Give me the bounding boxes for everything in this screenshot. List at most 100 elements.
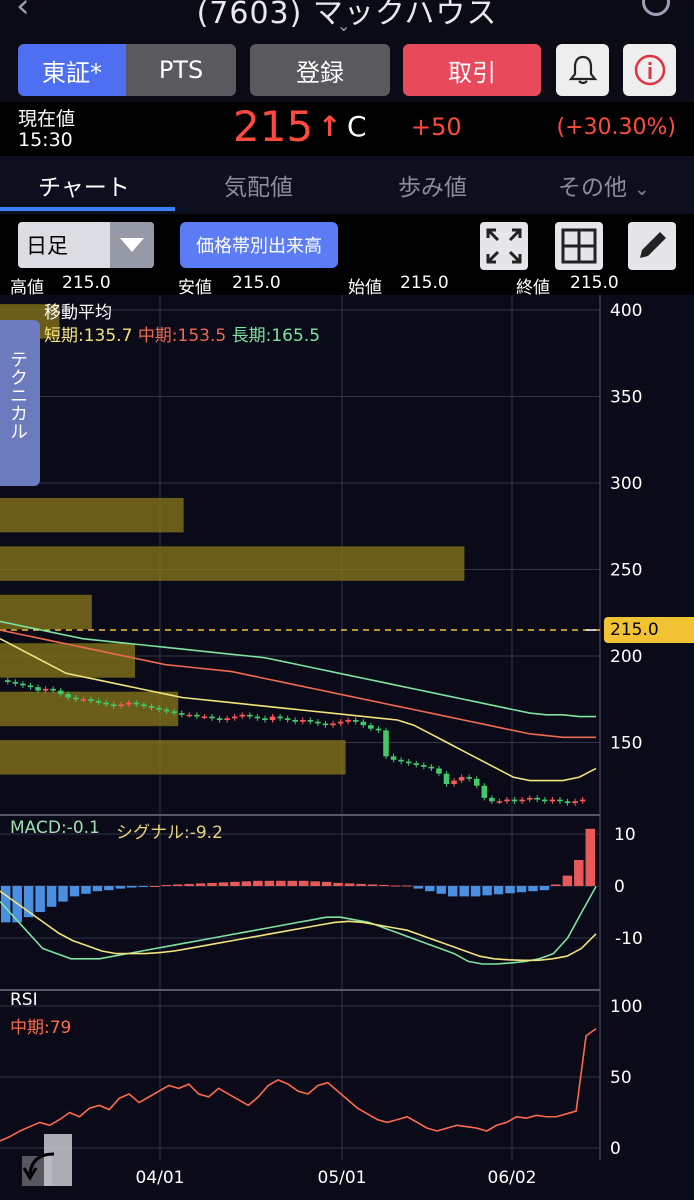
candle-body [436, 768, 442, 774]
candle-body [549, 799, 556, 802]
y-tick-label: 150 [610, 734, 642, 754]
arrow-up-icon: ↑ [318, 110, 342, 143]
title-bar: ‹ (7603) マックハウス ⌄ [0, 0, 694, 40]
ma-short: 短期:135.7 [44, 326, 133, 346]
technical-side-tab[interactable]: テクニカル [0, 320, 40, 486]
alert-button[interactable] [556, 44, 609, 96]
chevron-down-icon[interactable]: ⌄ [337, 16, 350, 35]
tab-chart[interactable]: チャート [38, 168, 130, 202]
macd-histogram-bar [367, 884, 378, 886]
pencil-icon [640, 232, 666, 258]
candle-body [12, 681, 19, 684]
market-tosho-button[interactable]: 東証* [18, 44, 126, 96]
period-select[interactable]: 日足 [18, 222, 154, 268]
macd-histogram-bar [528, 886, 538, 892]
market-pts-button[interactable]: PTS [126, 44, 236, 96]
volume-profile-button[interactable]: 価格帯別出来高 [180, 222, 338, 268]
candle-body [20, 683, 26, 686]
candle-body [50, 688, 56, 691]
candle-body [307, 720, 314, 722]
candle-body [247, 714, 253, 717]
macd-histogram-bar [253, 880, 263, 886]
volume-profile-bar [0, 497, 184, 533]
macd-histogram-bar [115, 886, 126, 889]
macd-histogram-bar [218, 882, 229, 886]
candle-body [519, 799, 525, 802]
y-tick-label: 200 [610, 647, 642, 667]
candle-body [156, 707, 162, 710]
current-price: 215 [233, 102, 314, 151]
candle-body [564, 801, 571, 804]
macd-histogram-bar [505, 886, 515, 894]
fullscreen-button[interactable] [480, 222, 528, 270]
info-button[interactable] [623, 44, 676, 96]
volume-profile-bar [0, 546, 465, 581]
trade-button[interactable]: 取引 [403, 44, 541, 96]
candle-body [337, 721, 344, 724]
draw-button[interactable] [628, 222, 676, 270]
candle-body [95, 700, 102, 703]
candle-body [27, 685, 34, 688]
macd-histogram-bar [264, 880, 275, 886]
candle-body [300, 720, 306, 722]
candle-body [458, 777, 465, 781]
candle-body [186, 714, 193, 717]
candle-body [557, 799, 563, 802]
macd-histogram-bar [333, 882, 343, 886]
macd-histogram-bar [493, 886, 504, 895]
candle-body [277, 716, 283, 719]
tab-bar: チャート 気配値 歩み値 その他 ⌄ [0, 156, 694, 214]
close-value: 215.0 [570, 273, 619, 293]
macd-histogram-bar [344, 883, 355, 886]
macd-histogram-bar [390, 885, 401, 887]
x-tick-label: 04/01 [136, 1168, 185, 1188]
tab-trades[interactable]: 歩み値 [398, 168, 467, 202]
macd-histogram-bar [310, 881, 320, 886]
rsi-y-tick-label: 0 [610, 1139, 621, 1159]
macd-histogram-bar [58, 886, 68, 902]
macd-histogram-bar [287, 880, 297, 886]
macd-histogram-bar [448, 886, 458, 897]
tab-quotes[interactable]: 気配値 [224, 168, 293, 202]
ma-mid: 中期:153.5 [137, 326, 227, 346]
candle-body [231, 716, 238, 719]
macd-y-tick-label: 10 [614, 825, 636, 845]
undo-icon[interactable] [18, 1132, 74, 1190]
x-tick-label: 05/01 [318, 1168, 367, 1188]
candle-body [178, 713, 185, 715]
candle-body [345, 720, 351, 722]
macd-histogram-bar [69, 886, 80, 897]
candle-body [526, 797, 533, 800]
tab-other[interactable]: その他 ⌄ [558, 168, 649, 202]
candle-body [405, 761, 412, 764]
candle-body [466, 777, 472, 779]
candle-body [110, 704, 117, 707]
candle-body [133, 702, 140, 705]
stock-chart[interactable]: 04/01 05/01 06/02400350300250200150100-101… [0, 295, 694, 1200]
macd-histogram-bar [184, 883, 194, 886]
open-value: 215.0 [400, 273, 449, 293]
tab-other-label: その他 [558, 175, 627, 201]
x-tick-label: 06/02 [488, 1168, 537, 1188]
macd-histogram-bar [150, 886, 160, 887]
candle-body [209, 716, 215, 719]
high-value: 215.0 [62, 273, 111, 293]
low-value: 215.0 [232, 273, 281, 293]
info-icon [634, 54, 665, 86]
grid-icon [561, 228, 597, 264]
candle-body [118, 704, 125, 707]
candle-body [216, 718, 223, 721]
candle-body [201, 716, 208, 719]
rsi-title: RSI [10, 990, 38, 1010]
macd-histogram-bar [459, 886, 469, 897]
layout-button[interactable] [555, 222, 603, 270]
chevron-down-icon: ⌄ [634, 179, 650, 200]
macd-histogram-bar [356, 883, 366, 886]
macd-histogram-bar [138, 886, 148, 888]
register-button[interactable]: 登録 [250, 44, 390, 96]
macd-histogram-bar [92, 886, 103, 892]
macd-histogram-bar [482, 886, 492, 896]
candle-body [375, 728, 382, 731]
macd-histogram-bar [379, 884, 389, 886]
macd-histogram-bar [230, 881, 240, 886]
